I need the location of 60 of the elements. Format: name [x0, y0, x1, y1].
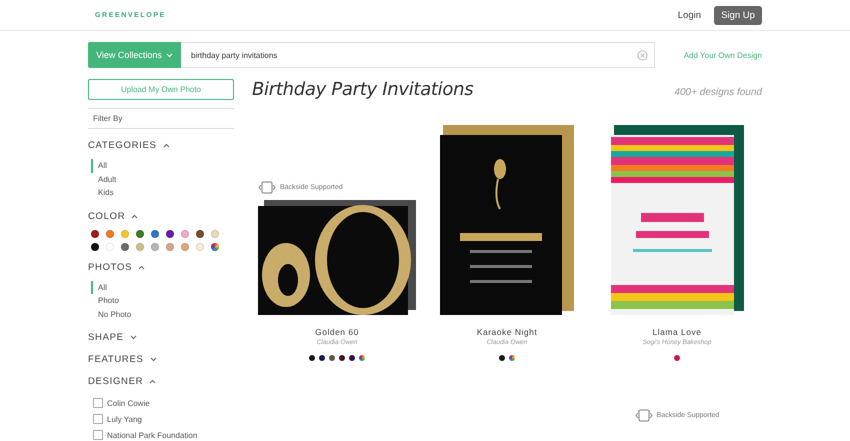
color-option-dot[interactable]	[509, 355, 515, 361]
invitation-card-drawing[interactable]	[258, 200, 416, 315]
filter-by-label: Filter By	[93, 114, 122, 123]
color-swatch[interactable]	[136, 230, 144, 238]
color-option-dot[interactable]	[674, 355, 680, 361]
sign-up-button[interactable]: Sign Up	[714, 6, 762, 24]
color-swatch[interactable]	[121, 230, 129, 238]
filter-section-header[interactable]: PHOTOS	[88, 262, 234, 272]
checkbox-label[interactable]: Luly Yang	[107, 414, 142, 424]
color-swatch[interactable]	[136, 242, 144, 250]
login-link[interactable]: Login	[678, 10, 701, 20]
color-swatch[interactable]	[166, 230, 174, 238]
color-swatch[interactable]	[181, 230, 189, 238]
card-flip-icon	[634, 409, 653, 422]
design-name[interactable]: Golden 60	[315, 327, 359, 337]
filter-option[interactable]: All	[91, 159, 107, 172]
color-swatch[interactable]	[151, 242, 159, 250]
color-swatch[interactable]	[211, 242, 219, 250]
checkbox[interactable]	[93, 414, 103, 424]
design-name[interactable]: Llama Love	[652, 327, 702, 337]
invitation-card-drawing[interactable]	[610, 125, 744, 315]
color-swatch[interactable]	[91, 230, 99, 238]
caret-icon	[166, 52, 173, 58]
color-swatch[interactable]	[211, 230, 219, 238]
search-field[interactable]: birthday party invitations	[181, 42, 655, 68]
color-option-dot[interactable]	[339, 355, 345, 361]
page-title: Birthday Party Invitations	[252, 79, 474, 100]
filter-section-header[interactable]: COLOR	[88, 210, 234, 222]
color-swatch[interactable]	[91, 242, 99, 250]
color-swatch[interactable]	[196, 230, 204, 238]
color-swatch[interactable]	[181, 242, 189, 250]
filter-section-header[interactable]: CATEGORIES	[88, 140, 234, 151]
color-swatch[interactable]	[151, 230, 159, 238]
filter-option[interactable]: Kids	[91, 186, 114, 200]
checkbox[interactable]	[93, 430, 103, 440]
checkbox-label[interactable]: Colin Cowie	[107, 398, 150, 408]
color-swatch[interactable]	[121, 242, 129, 250]
card-flip-icon	[258, 181, 276, 194]
checkbox-label[interactable]: National Park Foundation	[107, 430, 198, 440]
color-swatch[interactable]	[196, 242, 204, 250]
filter-option[interactable]: Adult	[91, 172, 116, 186]
color-swatch[interactable]	[106, 242, 114, 250]
color-option-dot[interactable]	[359, 355, 365, 361]
color-option-dot[interactable]	[349, 355, 355, 361]
color-option-dot[interactable]	[319, 355, 325, 361]
color-option-dot[interactable]	[499, 355, 505, 361]
color-option-dot[interactable]	[309, 355, 315, 361]
filter-section-header[interactable]: DESIGNER	[88, 376, 234, 387]
result-count: 400+ designs found	[674, 87, 762, 98]
color-option-dot[interactable]	[329, 355, 335, 361]
filter-option[interactable]: No Photo	[91, 308, 132, 321]
color-swatch[interactable]	[166, 242, 174, 250]
filter-option[interactable]: All	[91, 280, 107, 294]
filter-section-header[interactable]: SHAPE	[88, 332, 234, 343]
checkbox[interactable]	[93, 398, 103, 408]
filter-section-header[interactable]: FEATURES	[88, 354, 234, 365]
design-name[interactable]: Karaoke Night	[476, 327, 538, 337]
color-swatch[interactable]	[106, 230, 114, 238]
invitation-card-drawing[interactable]	[440, 125, 574, 315]
filter-option[interactable]: Photo	[91, 294, 119, 308]
